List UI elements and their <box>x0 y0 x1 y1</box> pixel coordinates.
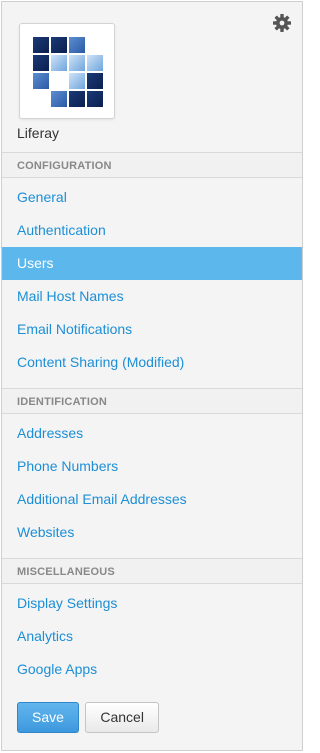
section-header-configuration: CONFIGURATION <box>2 152 302 178</box>
section-header-identification: IDENTIFICATION <box>2 388 302 414</box>
menu-item-content-sharing[interactable]: Content Sharing (Modified) <box>2 346 302 379</box>
save-button[interactable]: Save <box>17 702 79 733</box>
menu-item-google-apps[interactable]: Google Apps <box>2 653 302 686</box>
liferay-logo <box>33 37 103 107</box>
cancel-button[interactable]: Cancel <box>85 702 159 733</box>
menu-item-authentication[interactable]: Authentication <box>2 214 302 247</box>
menu-item-phone-numbers[interactable]: Phone Numbers <box>2 450 302 483</box>
site-logo[interactable] <box>19 23 115 119</box>
menu-item-display-settings[interactable]: Display Settings <box>2 587 302 620</box>
form-actions: Save Cancel <box>17 702 159 733</box>
section-header-miscellaneous: MISCELLANEOUS <box>2 558 302 584</box>
menu-item-general[interactable]: General <box>2 181 302 214</box>
menu-item-email-notifications[interactable]: Email Notifications <box>2 313 302 346</box>
site-name: Liferay <box>17 125 60 141</box>
miscellaneous-menu: Display Settings Analytics Google Apps <box>2 584 302 695</box>
site-settings-panel: Liferay CONFIGURATION General Authentica… <box>1 1 303 751</box>
site-header: Liferay <box>2 2 302 152</box>
menu-item-users[interactable]: Users <box>2 247 302 280</box>
menu-item-analytics[interactable]: Analytics <box>2 620 302 653</box>
menu-item-addresses[interactable]: Addresses <box>2 417 302 450</box>
menu-item-websites[interactable]: Websites <box>2 516 302 549</box>
menu-item-additional-email-addresses[interactable]: Additional Email Addresses <box>2 483 302 516</box>
configuration-menu: General Authentication Users Mail Host N… <box>2 178 302 388</box>
menu-item-mail-host-names[interactable]: Mail Host Names <box>2 280 302 313</box>
identification-menu: Addresses Phone Numbers Additional Email… <box>2 414 302 558</box>
